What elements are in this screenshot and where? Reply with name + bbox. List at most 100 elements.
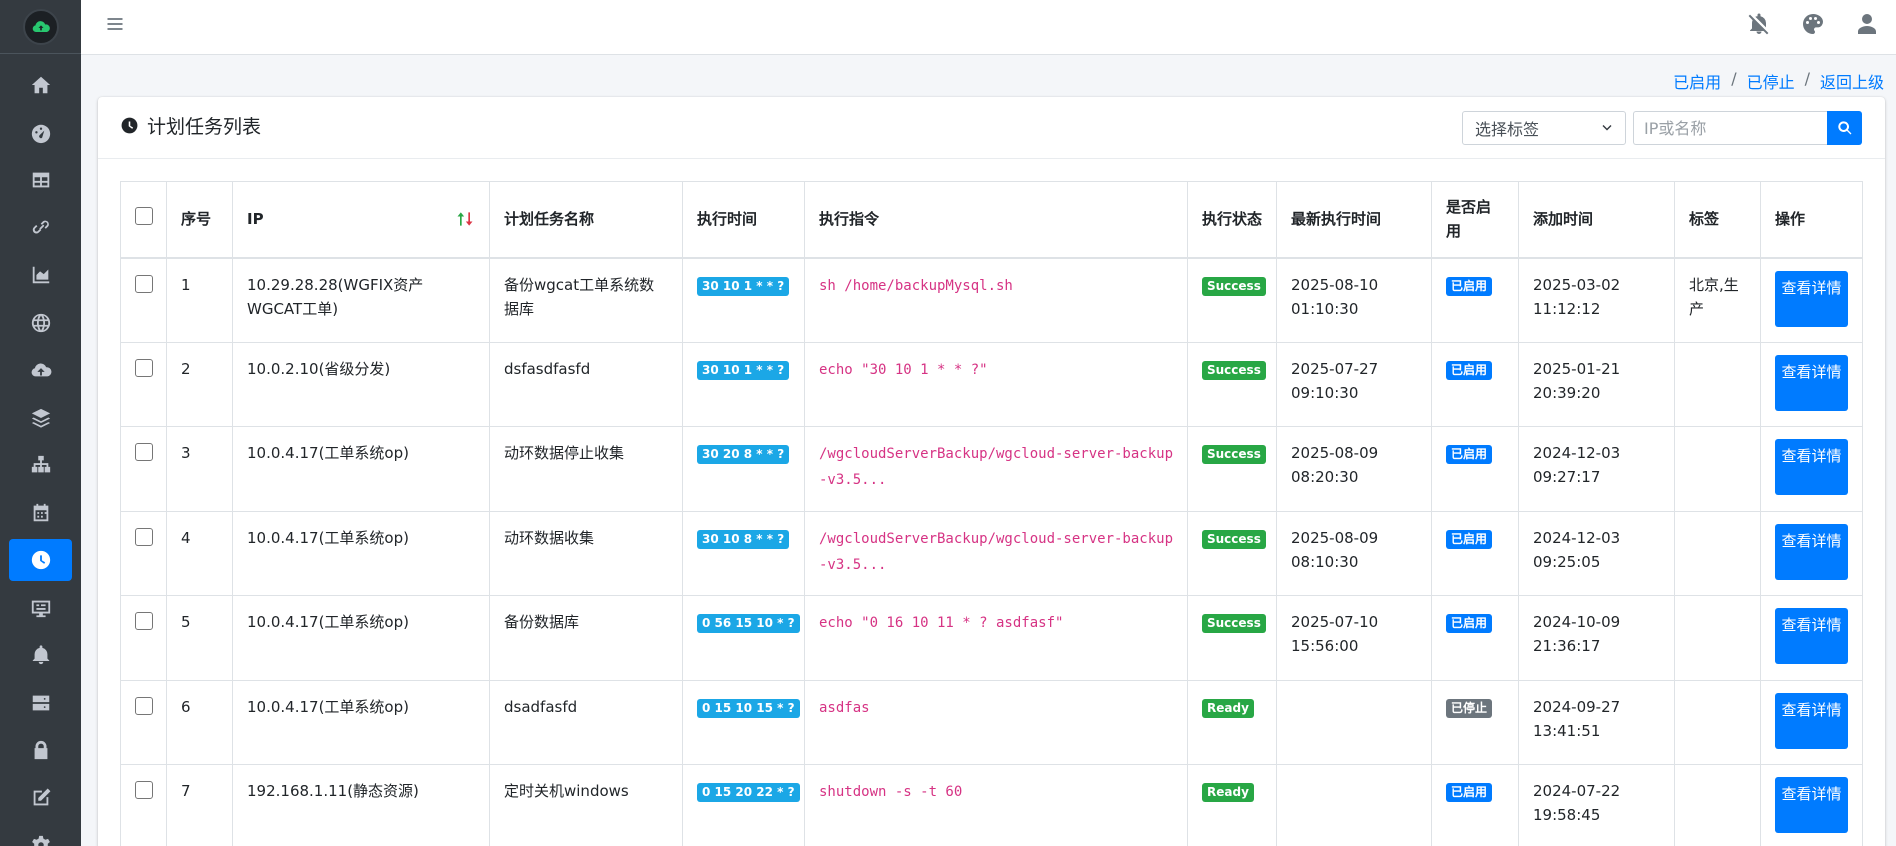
row-ip: 192.168.1.11(静态资源): [232, 764, 490, 846]
row-status-cell: Ready: [1187, 679, 1277, 765]
row-tags: [1674, 341, 1761, 427]
breadcrumb: 已启用 / 已停止 / 返回上级: [1673, 69, 1884, 93]
row-last-run: [1276, 679, 1432, 765]
sidebar-item-calendar[interactable]: [9, 492, 72, 534]
row-status-cell: Success: [1187, 510, 1277, 596]
sidebar-item-sitemap[interactable]: [9, 444, 72, 486]
enabled-badge: 已启用: [1446, 529, 1493, 549]
breadcrumb-enabled-link[interactable]: 已启用: [1673, 69, 1721, 93]
sidebar-item-scheduled-tasks[interactable]: [9, 539, 72, 581]
user-icon: [1858, 14, 1876, 34]
search-input[interactable]: [1633, 111, 1828, 145]
sidebar-item-dashboard[interactable]: [9, 112, 72, 154]
row-cron-cell: 30 10 1 * * ?: [682, 257, 805, 343]
row-added-time: 2024-09-27 13:41:51: [1518, 679, 1675, 765]
calendar-icon: [33, 503, 48, 522]
cog-icon: [31, 835, 50, 846]
status-badge: Success: [1202, 614, 1266, 633]
table-row: 3 10.0.4.17(工单系统op) 动环数据停止收集 30 20 8 * * ? /…: [120, 426, 1863, 512]
user-menu-button[interactable]: [1855, 12, 1879, 36]
row-ip: 10.0.4.17(工单系统op): [232, 426, 490, 512]
row-task-name: dsfasdfasfd: [489, 341, 683, 427]
row-task-name: 动环数据收集: [489, 510, 683, 596]
search-button[interactable]: [1827, 111, 1862, 145]
sidebar-item-home[interactable]: [9, 64, 72, 106]
view-details-button[interactable]: 查看详情: [1775, 439, 1848, 495]
row-checkbox[interactable]: [135, 781, 153, 799]
row-action-cell: 查看详情: [1760, 679, 1863, 765]
row-number: 5: [166, 595, 233, 681]
enabled-badge: 已停止: [1446, 698, 1493, 718]
row-last-run: 2025-08-10 01:10:30: [1276, 257, 1432, 343]
theme-button[interactable]: [1801, 12, 1825, 36]
sidebar-item-layers[interactable]: [9, 397, 72, 439]
row-number: 3: [166, 426, 233, 512]
breadcrumb-back-link[interactable]: 返回上级: [1820, 69, 1884, 93]
column-header: 执行指令: [804, 181, 1188, 259]
row-checkbox[interactable]: [135, 612, 153, 630]
cron-badge: 0 15 20 22 * ?: [697, 783, 800, 802]
row-command-cell: /wgcloudServerBackup/wgcloud-server-back…: [804, 510, 1188, 596]
command-text: shutdown -s -t 60: [819, 784, 963, 800]
row-checkbox[interactable]: [135, 358, 153, 377]
sidebar-item-cloud[interactable]: [9, 349, 72, 391]
row-ip: 10.0.4.17(工单系统op): [232, 679, 490, 765]
cron-badge: 0 56 15 10 * ?: [697, 614, 800, 633]
select-cell: [120, 679, 167, 765]
dashboard-icon: [31, 124, 50, 144]
sidebar-item-settings[interactable]: [9, 824, 72, 846]
select-cell: [120, 510, 167, 596]
command-text: /wgcloudServerBackup/wgcloud-server-back…: [819, 446, 1174, 488]
row-task-name: 备份wgcat工单系统数据库: [489, 257, 683, 343]
column-header-ip[interactable]: IP: [232, 181, 490, 259]
row-cron-cell: 0 15 20 22 * ?: [682, 764, 805, 846]
row-enabled-cell: 已停止: [1431, 679, 1519, 765]
enabled-badge: 已启用: [1446, 360, 1493, 380]
row-checkbox[interactable]: [135, 443, 153, 461]
row-command-cell: echo "0 16 10 11 * ? asdfasf": [804, 595, 1188, 681]
breadcrumb-separator: /: [1804, 69, 1810, 88]
link-icon: [32, 220, 49, 234]
tag-select[interactable]: 选择标签: [1462, 111, 1626, 145]
sidebar-item-table[interactable]: [9, 159, 72, 201]
view-details-button[interactable]: 查看详情: [1775, 270, 1848, 327]
sidebar-item-link[interactable]: [9, 207, 72, 249]
sidebar-item-server[interactable]: [9, 682, 72, 724]
sidebar-item-globe[interactable]: [9, 302, 72, 344]
row-last-run: 2025-08-09 08:10:30: [1276, 510, 1432, 596]
row-checkbox[interactable]: [135, 696, 153, 715]
sort-icon[interactable]: [455, 209, 475, 229]
page-title-text: 计划任务列表: [147, 116, 262, 138]
view-details-button[interactable]: 查看详情: [1775, 608, 1848, 664]
column-header: 最新执行时间: [1276, 181, 1432, 259]
brand-logo[interactable]: [0, 0, 81, 54]
bell-icon: [32, 645, 49, 665]
row-added-time: 2024-12-03 09:25:05: [1518, 510, 1675, 596]
notifications-off-button[interactable]: [1747, 12, 1771, 36]
row-number: 7: [166, 764, 233, 846]
sidebar-item-terminal[interactable]: [9, 587, 72, 629]
row-checkbox[interactable]: [135, 274, 153, 293]
sidebar-item-alerts[interactable]: [9, 634, 72, 676]
select-cell: [120, 426, 167, 512]
sidebar-item-lock[interactable]: [9, 729, 72, 771]
sidebar-item-chart[interactable]: [9, 254, 72, 296]
task-list-card: 计划任务列表 选择标签 序号 IP 计划任务名称 执行时间 执行指令 执行状态 …: [98, 97, 1885, 846]
server-icon: [32, 695, 49, 711]
view-details-button[interactable]: 查看详情: [1775, 523, 1848, 580]
globe-icon: [31, 313, 50, 333]
row-number: 6: [166, 679, 233, 765]
column-header: 计划任务名称: [489, 181, 683, 259]
select-all-checkbox[interactable]: [135, 206, 153, 225]
row-last-run: 2025-07-10 15:56:00: [1276, 595, 1432, 681]
view-details-button[interactable]: 查看详情: [1775, 777, 1848, 833]
enabled-badge: 已启用: [1446, 276, 1493, 296]
search-icon: [1837, 121, 1851, 135]
breadcrumb-stopped-link[interactable]: 已停止: [1747, 69, 1795, 93]
menu-toggle-button[interactable]: [105, 14, 125, 34]
sidebar-item-edit[interactable]: [9, 777, 72, 819]
view-details-button[interactable]: 查看详情: [1775, 692, 1848, 749]
row-number: 4: [166, 510, 233, 596]
row-checkbox[interactable]: [135, 527, 153, 546]
view-details-button[interactable]: 查看详情: [1775, 354, 1848, 411]
